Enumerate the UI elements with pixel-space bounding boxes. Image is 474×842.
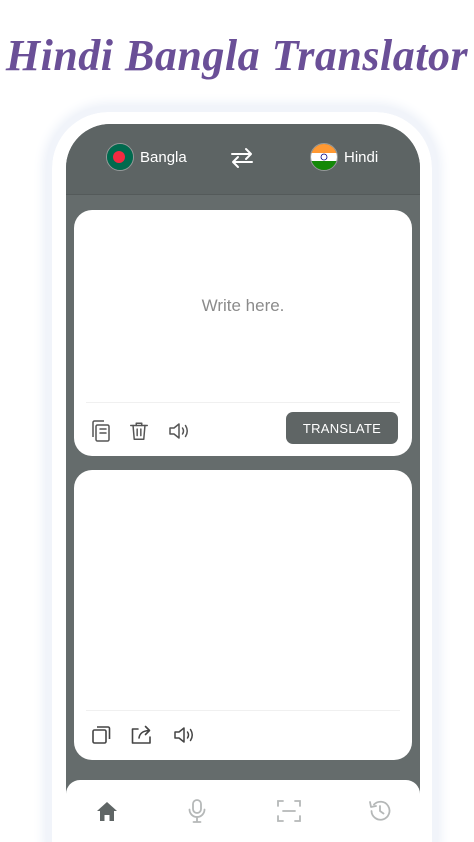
- paste-icon: [92, 420, 110, 442]
- source-language-label: Bangla: [140, 148, 187, 166]
- divider: [86, 710, 400, 711]
- input-card: Write here. TRANSLATE: [74, 210, 412, 456]
- history-icon: [369, 800, 391, 821]
- copy-icon: [92, 726, 111, 744]
- input-text-area[interactable]: Write here.: [74, 296, 412, 316]
- india-flag-icon: [310, 143, 338, 171]
- share-icon: [131, 725, 151, 744]
- speaker-icon: [174, 727, 193, 743]
- output-speak-button[interactable]: [171, 722, 197, 748]
- swap-arrows-icon: [231, 148, 253, 168]
- language-bar: Bangla Hindi: [66, 124, 420, 195]
- target-language-selector[interactable]: Hindi: [310, 142, 378, 172]
- speaker-icon: [169, 423, 188, 439]
- microphone-icon: [188, 799, 206, 823]
- source-language-selector[interactable]: Bangla: [106, 142, 187, 172]
- bottom-navigation: [66, 780, 420, 842]
- clear-button[interactable]: [126, 418, 152, 444]
- scan-icon: [277, 800, 301, 822]
- input-speak-button[interactable]: [166, 418, 192, 444]
- divider: [86, 402, 400, 403]
- swap-languages-button[interactable]: [228, 144, 256, 172]
- target-language-label: Hindi: [344, 148, 379, 166]
- paste-button[interactable]: [88, 418, 114, 444]
- nav-voice[interactable]: [182, 796, 212, 826]
- bangladesh-flag-icon: [106, 143, 134, 171]
- nav-scan[interactable]: [274, 796, 304, 826]
- output-card: [74, 470, 412, 760]
- nav-home[interactable]: [92, 796, 122, 826]
- share-button[interactable]: [129, 721, 155, 747]
- phone-screen: Bangla Hindi Write here. TRANSLATE: [66, 124, 420, 842]
- trash-icon: [130, 422, 148, 440]
- nav-history[interactable]: [365, 796, 395, 826]
- home-icon: [97, 802, 117, 821]
- promo-title: Hindi Bangla Translator: [5, 31, 469, 80]
- copy-button[interactable]: [88, 722, 114, 748]
- translate-button[interactable]: TRANSLATE: [286, 412, 398, 444]
